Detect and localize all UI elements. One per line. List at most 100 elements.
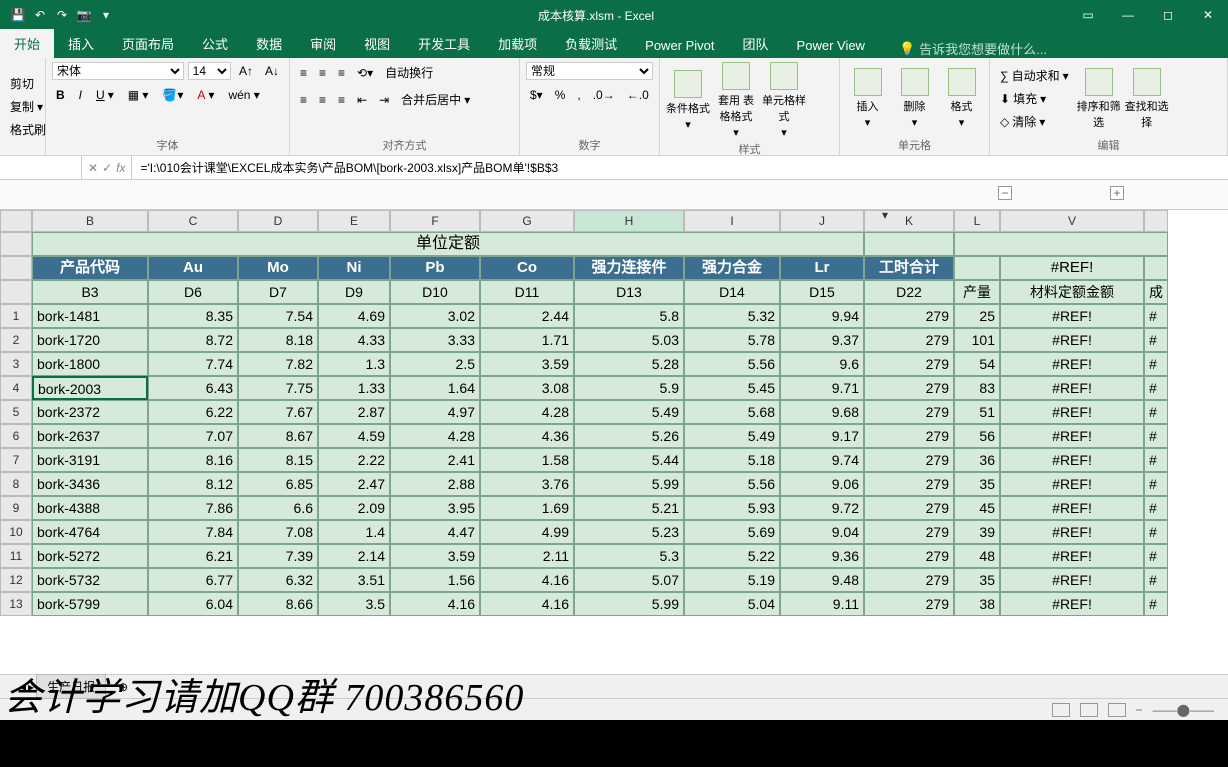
cell[interactable]: 7.39 (238, 544, 318, 568)
cell[interactable]: 1.56 (390, 568, 480, 592)
cell[interactable]: 9.48 (780, 568, 864, 592)
redo-icon[interactable]: ↷ (54, 7, 70, 23)
align-bottom-icon[interactable]: ≡ (334, 62, 349, 83)
cell[interactable]: 8.12 (148, 472, 238, 496)
cell[interactable]: 279 (864, 544, 954, 568)
cell[interactable]: 9.36 (780, 544, 864, 568)
product-code-cell[interactable]: bork-1481 (32, 304, 148, 328)
collapse-group-icon[interactable]: − (998, 186, 1012, 200)
cell[interactable]: 1.58 (480, 448, 574, 472)
cell[interactable]: 39 (954, 520, 1000, 544)
cell[interactable]: 1 (0, 304, 32, 328)
font-color-button[interactable]: A▾ (193, 86, 218, 104)
cell[interactable]: 279 (864, 520, 954, 544)
cell[interactable]: # (1144, 496, 1168, 520)
cell[interactable]: #REF! (1000, 376, 1144, 400)
tab-home[interactable]: 开始 (0, 29, 54, 58)
cell[interactable]: 4.16 (480, 592, 574, 616)
currency-icon[interactable]: $▾ (526, 86, 547, 104)
align-top-icon[interactable]: ≡ (296, 62, 311, 83)
undo-icon[interactable]: ↶ (32, 7, 48, 23)
format-as-table-button[interactable]: 套用 表格格式▾ (714, 62, 758, 139)
cell[interactable]: 2.41 (390, 448, 480, 472)
column-header[interactable] (1144, 210, 1168, 232)
cell[interactable]: 7.75 (238, 376, 318, 400)
enter-formula-icon[interactable]: ✓ (102, 161, 112, 175)
cell[interactable] (954, 232, 1168, 256)
tab-data[interactable]: 数据 (242, 29, 296, 58)
cell[interactable]: # (1144, 424, 1168, 448)
table-subheader[interactable]: D6 (148, 280, 238, 304)
copy-button[interactable]: 复制 ▾ (6, 96, 50, 117)
product-code-cell[interactable]: bork-1720 (32, 328, 148, 352)
cell[interactable]: 1.33 (318, 376, 390, 400)
cell[interactable]: 6.22 (148, 400, 238, 424)
table-header[interactable]: Pb (390, 256, 480, 280)
cell[interactable]: 5.99 (574, 472, 684, 496)
cell[interactable]: 2.44 (480, 304, 574, 328)
cell[interactable]: 279 (864, 400, 954, 424)
column-header[interactable] (0, 210, 32, 232)
cell[interactable]: 5.93 (684, 496, 780, 520)
cell[interactable]: 279 (864, 472, 954, 496)
table-header[interactable]: Mo (238, 256, 318, 280)
cell[interactable]: 4 (0, 376, 32, 400)
tell-me[interactable]: 💡告诉我您想要做什么... (899, 39, 1047, 58)
cell[interactable]: 279 (864, 376, 954, 400)
table-subheader[interactable]: D9 (318, 280, 390, 304)
qat-more-icon[interactable]: ▾ (98, 7, 114, 23)
cell[interactable]: # (1144, 448, 1168, 472)
product-code-cell[interactable]: bork-2372 (32, 400, 148, 424)
fill-color-button[interactable]: 🪣▾ (158, 86, 187, 104)
table-subheader[interactable]: D10 (390, 280, 480, 304)
table-subheader[interactable]: 产量 (954, 280, 1000, 304)
indent-inc-icon[interactable]: ⇥ (375, 89, 393, 110)
save-icon[interactable]: 💾 (10, 7, 26, 23)
cell[interactable]: # (1144, 520, 1168, 544)
cell[interactable]: 4.33 (318, 328, 390, 352)
cell[interactable]: 4.28 (480, 400, 574, 424)
expand-group-icon[interactable]: + (1110, 186, 1124, 200)
cell[interactable]: 48 (954, 544, 1000, 568)
table-header[interactable] (954, 256, 1000, 280)
cell[interactable]: 7.74 (148, 352, 238, 376)
cell[interactable]: 6.6 (238, 496, 318, 520)
decrease-font-icon[interactable]: A↓ (261, 62, 283, 80)
cell[interactable]: 9.37 (780, 328, 864, 352)
cell[interactable]: 13 (0, 592, 32, 616)
cell[interactable]: 8.35 (148, 304, 238, 328)
tab-review[interactable]: 审阅 (296, 29, 350, 58)
cell[interactable]: 5.21 (574, 496, 684, 520)
cell[interactable]: # (1144, 544, 1168, 568)
cell[interactable]: 36 (954, 448, 1000, 472)
cell[interactable]: 4.97 (390, 400, 480, 424)
cell[interactable]: #REF! (1000, 304, 1144, 328)
cell[interactable]: 6.32 (238, 568, 318, 592)
delete-cells-button[interactable]: 删除▾ (893, 68, 936, 129)
cell[interactable]: 7.54 (238, 304, 318, 328)
cell[interactable]: 5.56 (684, 472, 780, 496)
cell[interactable]: 279 (864, 592, 954, 616)
cell[interactable]: 1.71 (480, 328, 574, 352)
underline-button[interactable]: U ▾ (92, 86, 118, 104)
table-subheader[interactable]: D22 (864, 280, 954, 304)
cell[interactable]: 3.5 (318, 592, 390, 616)
column-header[interactable]: B (32, 210, 148, 232)
product-code-cell[interactable]: bork-3191 (32, 448, 148, 472)
cell[interactable] (0, 232, 32, 256)
cell[interactable]: 1.64 (390, 376, 480, 400)
cell[interactable]: 9.04 (780, 520, 864, 544)
cell[interactable]: 9.94 (780, 304, 864, 328)
cell[interactable]: 5.22 (684, 544, 780, 568)
minimize-icon[interactable]: — (1108, 0, 1148, 30)
product-code-cell[interactable]: bork-5799 (32, 592, 148, 616)
cell[interactable]: 4.47 (390, 520, 480, 544)
percent-icon[interactable]: % (551, 86, 570, 104)
cell[interactable]: #REF! (1000, 568, 1144, 592)
align-left-icon[interactable]: ≡ (296, 89, 311, 110)
cell[interactable]: 11 (0, 544, 32, 568)
fill-button[interactable]: ⬇ 填充 ▾ (996, 88, 1073, 109)
cell[interactable]: 12 (0, 568, 32, 592)
ribbon-options-icon[interactable]: ▭ (1068, 0, 1108, 30)
fx-icon[interactable]: fx (116, 161, 125, 175)
